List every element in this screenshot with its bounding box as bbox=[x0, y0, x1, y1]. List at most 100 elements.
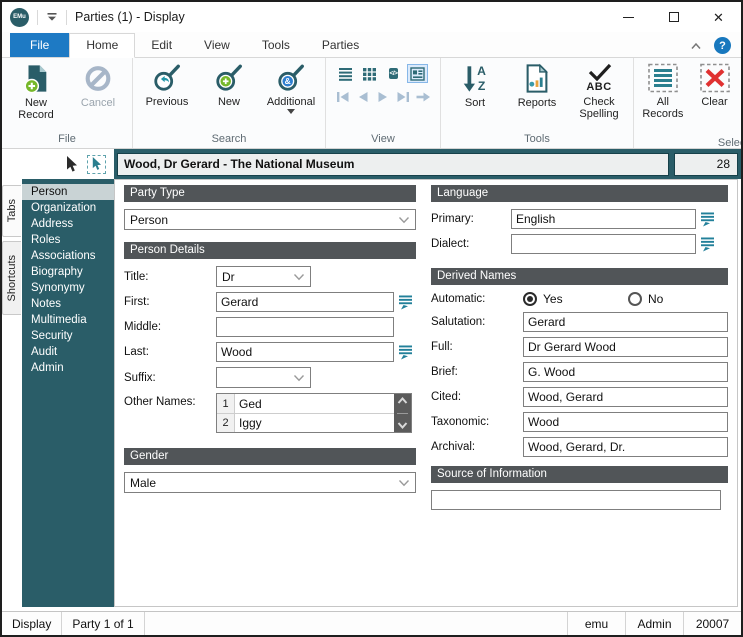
view-detail-button[interactable] bbox=[407, 64, 428, 83]
ribbon-group-search: Previous New & Additional Search bbox=[132, 58, 325, 148]
party-type-value: Person bbox=[130, 212, 169, 227]
check-spelling-icon bbox=[588, 63, 612, 81]
gender-value: Male bbox=[130, 475, 157, 490]
other-names-row[interactable]: 2 Iggy bbox=[217, 413, 394, 432]
sidebar-item-notes[interactable]: Notes bbox=[22, 296, 114, 312]
collapse-ribbon-button[interactable] bbox=[690, 42, 702, 50]
nav-next-button[interactable] bbox=[375, 90, 391, 104]
suffix-dropdown[interactable] bbox=[216, 367, 311, 388]
new-search-button[interactable]: New bbox=[198, 60, 260, 108]
sidebar-item-address[interactable]: Address bbox=[22, 216, 114, 232]
title-bar: EMu Parties (1) - Display ✕ bbox=[2, 2, 741, 32]
minimize-icon bbox=[623, 16, 634, 18]
additional-search-button[interactable]: & Additional bbox=[260, 60, 322, 114]
radio-yes[interactable] bbox=[523, 292, 537, 306]
tab-file[interactable]: File bbox=[10, 33, 70, 57]
lookup-list-icon[interactable] bbox=[399, 295, 414, 310]
sidebar-item-associations[interactable]: Associations bbox=[22, 248, 114, 264]
sidebar-item-roles[interactable]: Roles bbox=[22, 232, 114, 248]
nav-last-button[interactable] bbox=[395, 90, 411, 104]
radio-no[interactable] bbox=[628, 292, 642, 306]
chevron-down-icon bbox=[398, 479, 410, 486]
sort-icon: A Z bbox=[463, 64, 486, 93]
other-names-grid[interactable]: 1 Ged 2 Iggy bbox=[216, 393, 412, 433]
nav-jump-button[interactable] bbox=[415, 90, 431, 104]
new-record-button[interactable]: New Record bbox=[5, 60, 67, 121]
sort-button[interactable]: A Z Sort bbox=[444, 60, 506, 109]
sidebar-item-multimedia[interactable]: Multimedia bbox=[22, 312, 114, 328]
help-button[interactable]: ? bbox=[714, 37, 731, 54]
lookup-list-icon[interactable] bbox=[701, 212, 716, 227]
view-grid-button[interactable] bbox=[359, 64, 380, 83]
view-code-button[interactable]: </> bbox=[383, 64, 404, 83]
automatic-no-option[interactable]: No bbox=[628, 292, 663, 306]
sidebar-item-audit[interactable]: Audit bbox=[22, 344, 114, 360]
sort-a-glyph: A bbox=[477, 64, 486, 78]
source-of-information-header: Source of Information bbox=[431, 466, 728, 483]
first-name-input[interactable] bbox=[216, 292, 394, 312]
minimize-button[interactable] bbox=[606, 2, 651, 32]
sidebar-item-admin[interactable]: Admin bbox=[22, 360, 114, 376]
tab-home[interactable]: Home bbox=[69, 33, 136, 58]
row-number: 2 bbox=[217, 414, 235, 432]
scroll-down-icon[interactable] bbox=[397, 421, 408, 429]
sidebar-item-organization[interactable]: Organization bbox=[22, 200, 114, 216]
all-records-button[interactable]: All Records bbox=[637, 60, 689, 120]
reports-button[interactable]: Reports bbox=[506, 60, 568, 109]
dialect-input[interactable] bbox=[511, 234, 696, 254]
brief-name-input[interactable] bbox=[523, 362, 728, 382]
sidebar-item-synonymy[interactable]: Synonymy bbox=[22, 280, 114, 296]
quick-access-dropdown-button[interactable] bbox=[46, 12, 58, 22]
clear-selection-button[interactable]: Clear bbox=[689, 60, 741, 108]
close-button[interactable]: ✕ bbox=[696, 2, 741, 32]
source-of-information-input[interactable] bbox=[431, 490, 721, 510]
sidebar-item-person[interactable]: Person bbox=[22, 184, 114, 200]
tab-view[interactable]: View bbox=[188, 34, 246, 57]
emu-logo-icon: EMu bbox=[10, 7, 29, 27]
party-type-dropdown[interactable]: Person bbox=[124, 209, 416, 230]
tab-tools[interactable]: Tools bbox=[246, 34, 306, 57]
abc-glyph: ABC bbox=[586, 81, 612, 93]
last-name-input[interactable] bbox=[216, 342, 394, 362]
brief-name-label: Brief: bbox=[431, 366, 458, 378]
lookup-list-icon[interactable] bbox=[701, 237, 716, 252]
title-dropdown[interactable]: Dr bbox=[216, 266, 311, 287]
automatic-label: Automatic: bbox=[431, 293, 486, 305]
check-spelling-button[interactable]: ABC Check Spelling bbox=[568, 60, 630, 120]
group-label-search: Search bbox=[211, 133, 247, 145]
nav-first-button[interactable] bbox=[335, 90, 351, 104]
sidebar-item-biography[interactable]: Biography bbox=[22, 264, 114, 280]
select-cursor-icon[interactable] bbox=[65, 155, 78, 173]
view-list-button[interactable] bbox=[335, 64, 356, 83]
primary-language-input[interactable] bbox=[511, 209, 696, 229]
tab-edit[interactable]: Edit bbox=[135, 34, 188, 57]
archival-name-input[interactable] bbox=[523, 437, 728, 457]
salutation-input[interactable] bbox=[523, 312, 728, 332]
party-type-header: Party Type bbox=[124, 185, 416, 202]
full-name-input[interactable] bbox=[523, 337, 728, 357]
view-code-icon: </> bbox=[388, 68, 399, 79]
previous-search-button[interactable]: Previous bbox=[136, 60, 198, 108]
cited-name-input[interactable] bbox=[523, 387, 728, 407]
nav-previous-button[interactable] bbox=[355, 90, 371, 104]
other-names-row[interactable]: 1 Ged bbox=[217, 394, 394, 413]
automatic-yes-option[interactable]: Yes bbox=[523, 292, 628, 306]
taxonomic-name-input[interactable] bbox=[523, 412, 728, 432]
qat-dropdown-icon bbox=[47, 13, 57, 21]
salutation-label: Salutation: bbox=[431, 316, 486, 328]
gender-dropdown[interactable]: Male bbox=[124, 472, 416, 493]
full-name-label: Full: bbox=[431, 341, 453, 353]
middle-name-input[interactable] bbox=[216, 317, 394, 337]
lookup-list-icon[interactable] bbox=[399, 345, 414, 360]
scroll-up-icon[interactable] bbox=[397, 397, 408, 405]
select-region-button[interactable] bbox=[87, 154, 106, 174]
app-window: EMu Parties (1) - Display ✕ File Home Ed… bbox=[0, 0, 743, 637]
tab-parties[interactable]: Parties bbox=[306, 34, 375, 57]
side-tab-shortcuts[interactable]: Shortcuts bbox=[2, 241, 21, 315]
maximize-button[interactable] bbox=[651, 2, 696, 32]
view-grid-icon bbox=[363, 67, 376, 81]
other-names-scrollbar[interactable] bbox=[394, 394, 411, 432]
sidebar-item-security[interactable]: Security bbox=[22, 328, 114, 344]
cancel-button[interactable]: Cancel bbox=[67, 60, 129, 109]
side-tab-tabs[interactable]: Tabs bbox=[2, 185, 21, 237]
